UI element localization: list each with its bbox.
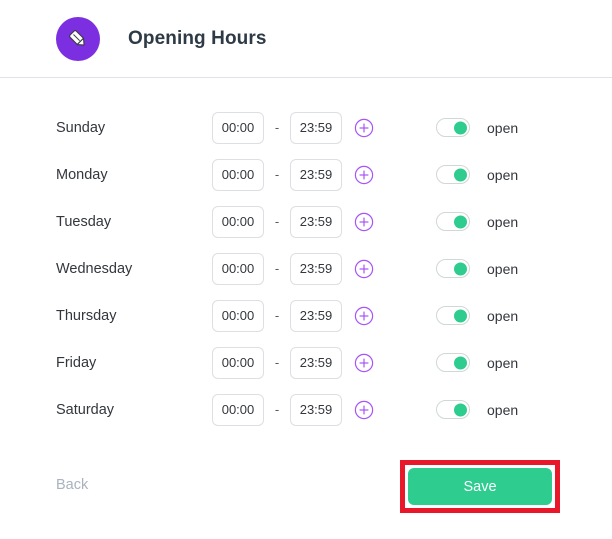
close-time-input[interactable]: 23:59 bbox=[290, 205, 342, 238]
day-label: Wednesday bbox=[56, 260, 133, 277]
open-status-control: open bbox=[436, 353, 518, 372]
close-time-input[interactable]: 23:59 bbox=[290, 346, 342, 379]
open-toggle[interactable] bbox=[436, 259, 470, 278]
page-title: Opening Hours bbox=[128, 27, 267, 49]
open-toggle[interactable] bbox=[436, 353, 470, 372]
time-range-separator: - bbox=[274, 167, 280, 182]
toggle-knob bbox=[454, 168, 467, 181]
open-time-input[interactable]: 00:00 bbox=[212, 111, 264, 144]
day-label: Saturday bbox=[56, 401, 115, 418]
time-range-separator: - bbox=[274, 402, 280, 417]
open-status-label: open bbox=[487, 401, 519, 418]
page-footer: Back Save bbox=[0, 455, 612, 539]
day-row: Friday 00:00-23:59 open bbox=[0, 339, 612, 386]
close-time-input[interactable]: 23:59 bbox=[290, 158, 342, 191]
toggle-knob bbox=[454, 309, 467, 322]
day-label: Monday bbox=[56, 166, 108, 183]
open-status-control: open bbox=[436, 259, 518, 278]
open-time-input[interactable]: 00:00 bbox=[212, 158, 264, 191]
open-status-control: open bbox=[436, 400, 518, 419]
time-range-separator: - bbox=[274, 214, 280, 229]
pencil-edit-icon bbox=[56, 16, 100, 61]
circled-plus-icon[interactable] bbox=[354, 165, 374, 185]
open-toggle[interactable] bbox=[436, 306, 470, 325]
page-header: Opening Hours bbox=[0, 0, 612, 78]
time-range-separator: - bbox=[274, 355, 280, 370]
day-row: Tuesday 00:00-23:59 open bbox=[0, 198, 612, 245]
toggle-knob bbox=[454, 215, 467, 228]
time-range-separator: - bbox=[274, 120, 280, 135]
day-row: Monday 00:00-23:59 open bbox=[0, 151, 612, 198]
open-toggle[interactable] bbox=[436, 118, 470, 137]
close-time-input[interactable]: 23:59 bbox=[290, 111, 342, 144]
day-label: Friday bbox=[56, 354, 97, 371]
toggle-knob bbox=[454, 403, 467, 416]
circled-plus-icon[interactable] bbox=[354, 118, 374, 138]
toggle-knob bbox=[454, 356, 467, 369]
open-status-control: open bbox=[436, 118, 518, 137]
circled-plus-icon[interactable] bbox=[354, 400, 374, 420]
toggle-knob bbox=[454, 121, 467, 134]
day-label: Sunday bbox=[56, 119, 106, 136]
open-time-input[interactable]: 00:00 bbox=[212, 346, 264, 379]
close-time-input[interactable]: 23:59 bbox=[290, 393, 342, 426]
circled-plus-icon[interactable] bbox=[354, 353, 374, 373]
open-time-input[interactable]: 00:00 bbox=[212, 252, 264, 285]
open-toggle[interactable] bbox=[436, 165, 470, 184]
circled-plus-icon[interactable] bbox=[354, 306, 374, 326]
open-status-label: open bbox=[487, 119, 519, 136]
toggle-knob bbox=[454, 262, 467, 275]
open-time-input[interactable]: 00:00 bbox=[212, 393, 264, 426]
open-status-control: open bbox=[436, 165, 518, 184]
day-row: Wednesday 00:00-23:59 open bbox=[0, 245, 612, 292]
open-toggle[interactable] bbox=[436, 400, 470, 419]
day-label: Thursday bbox=[56, 307, 117, 324]
circled-plus-icon[interactable] bbox=[354, 259, 374, 279]
open-status-label: open bbox=[487, 260, 519, 277]
open-time-input[interactable]: 00:00 bbox=[212, 205, 264, 238]
day-row: Saturday 00:00-23:59 open bbox=[0, 386, 612, 433]
close-time-input[interactable]: 23:59 bbox=[290, 299, 342, 332]
open-status-label: open bbox=[487, 354, 519, 371]
circled-plus-icon[interactable] bbox=[354, 212, 374, 232]
open-status-control: open bbox=[436, 212, 518, 231]
save-button[interactable]: Save bbox=[408, 468, 552, 505]
day-row: Sunday 00:00-23:59 open bbox=[0, 104, 612, 151]
time-range-separator: - bbox=[274, 308, 280, 323]
open-status-label: open bbox=[487, 307, 519, 324]
open-status-label: open bbox=[487, 213, 519, 230]
back-link[interactable]: Back bbox=[56, 477, 88, 493]
open-toggle[interactable] bbox=[436, 212, 470, 231]
time-range-separator: - bbox=[274, 261, 280, 276]
open-status-control: open bbox=[436, 306, 518, 325]
close-time-input[interactable]: 23:59 bbox=[290, 252, 342, 285]
day-row: Thursday 00:00-23:59 open bbox=[0, 292, 612, 339]
opening-hours-list: Sunday 00:00-23:59 open Monday 00:00-23:59 op… bbox=[0, 78, 612, 433]
day-label: Tuesday bbox=[56, 213, 112, 230]
open-status-label: open bbox=[487, 166, 519, 183]
open-time-input[interactable]: 00:00 bbox=[212, 299, 264, 332]
